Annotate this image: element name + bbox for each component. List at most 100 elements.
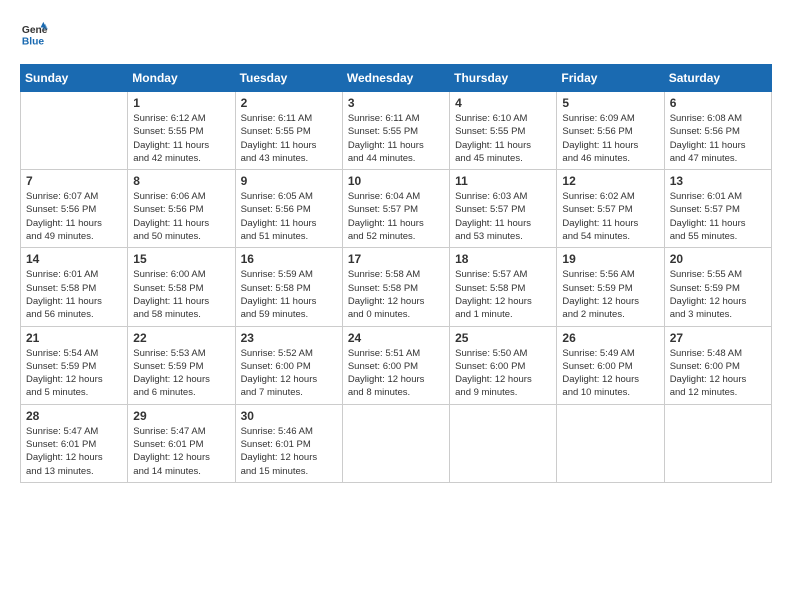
calendar-cell: 11 Sunrise: 6:03 AM Sunset: 5:57 PM Dayli… bbox=[450, 170, 557, 248]
weekday-header-friday: Friday bbox=[557, 65, 664, 92]
day-info: Sunrise: 5:51 AM Sunset: 6:00 PM Dayligh… bbox=[348, 347, 444, 400]
logo: General Blue bbox=[20, 20, 52, 48]
calendar-week-row: 14Sunrise: 6:01 AM Sunset: 5:58 PM Dayli… bbox=[21, 248, 772, 326]
day-info: Sunrise: 5:47 AM Sunset: 6:01 PM Dayligh… bbox=[133, 425, 229, 478]
day-number: 14 bbox=[26, 252, 122, 266]
calendar-cell bbox=[21, 92, 128, 170]
calendar-cell: 23 Sunrise: 5:52 AM Sunset: 6:00 PM Dayli… bbox=[235, 326, 342, 404]
calendar-cell: 3 Sunrise: 6:11 AM Sunset: 5:55 PM Daylig… bbox=[342, 92, 449, 170]
day-info: Sunrise: 5:46 AM Sunset: 6:01 PM Dayligh… bbox=[241, 425, 337, 478]
calendar-cell bbox=[557, 404, 664, 482]
day-info: Sunrise: 6:04 AM Sunset: 5:57 PM Dayligh… bbox=[348, 190, 444, 243]
day-info: Sunrise: 5:57 AM Sunset: 5:58 PM Dayligh… bbox=[455, 268, 551, 321]
day-info: Sunrise: 6:08 AM Sunset: 5:56 PM Dayligh… bbox=[670, 112, 766, 165]
day-info: Sunrise: 6:07 AM Sunset: 5:56 PM Dayligh… bbox=[26, 190, 122, 243]
day-info: Sunrise: 5:59 AM Sunset: 5:58 PM Dayligh… bbox=[241, 268, 337, 321]
day-number: 23 bbox=[241, 331, 337, 345]
calendar-cell: 28 Sunrise: 5:47 AM Sunset: 6:01 PM Dayli… bbox=[21, 404, 128, 482]
calendar-cell: 24 Sunrise: 5:51 AM Sunset: 6:00 PM Dayli… bbox=[342, 326, 449, 404]
day-info: Sunrise: 6:05 AM Sunset: 5:56 PM Dayligh… bbox=[241, 190, 337, 243]
day-number: 13 bbox=[670, 174, 766, 188]
day-info: Sunrise: 5:50 AM Sunset: 6:00 PM Dayligh… bbox=[455, 347, 551, 400]
calendar-cell: 7 Sunrise: 6:07 AM Sunset: 5:56 PM Daylig… bbox=[21, 170, 128, 248]
day-number: 5 bbox=[562, 96, 658, 110]
day-number: 24 bbox=[348, 331, 444, 345]
logo-icon: General Blue bbox=[20, 20, 48, 48]
calendar-week-row: 1 Sunrise: 6:12 AM Sunset: 5:55 PM Daylig… bbox=[21, 92, 772, 170]
calendar-cell: 10Sunrise: 6:04 AM Sunset: 5:57 PM Dayli… bbox=[342, 170, 449, 248]
day-number: 3 bbox=[348, 96, 444, 110]
day-info: Sunrise: 6:03 AM Sunset: 5:57 PM Dayligh… bbox=[455, 190, 551, 243]
calendar-cell: 9 Sunrise: 6:05 AM Sunset: 5:56 PM Daylig… bbox=[235, 170, 342, 248]
day-info: Sunrise: 6:11 AM Sunset: 5:55 PM Dayligh… bbox=[348, 112, 444, 165]
calendar-cell: 26 Sunrise: 5:49 AM Sunset: 6:00 PM Dayli… bbox=[557, 326, 664, 404]
day-info: Sunrise: 6:01 AM Sunset: 5:57 PM Dayligh… bbox=[670, 190, 766, 243]
day-number: 22 bbox=[133, 331, 229, 345]
weekday-header-thursday: Thursday bbox=[450, 65, 557, 92]
day-info: Sunrise: 6:06 AM Sunset: 5:56 PM Dayligh… bbox=[133, 190, 229, 243]
day-number: 19 bbox=[562, 252, 658, 266]
calendar-cell: 29Sunrise: 5:47 AM Sunset: 6:01 PM Dayli… bbox=[128, 404, 235, 482]
day-number: 7 bbox=[26, 174, 122, 188]
calendar-cell bbox=[342, 404, 449, 482]
day-number: 1 bbox=[133, 96, 229, 110]
calendar-cell: 18 Sunrise: 5:57 AM Sunset: 5:58 PM Dayli… bbox=[450, 248, 557, 326]
day-info: Sunrise: 5:58 AM Sunset: 5:58 PM Dayligh… bbox=[348, 268, 444, 321]
day-number: 18 bbox=[455, 252, 551, 266]
calendar-cell: 25 Sunrise: 5:50 AM Sunset: 6:00 PM Dayli… bbox=[450, 326, 557, 404]
day-number: 26 bbox=[562, 331, 658, 345]
day-info: Sunrise: 5:49 AM Sunset: 6:00 PM Dayligh… bbox=[562, 347, 658, 400]
weekday-header-sunday: Sunday bbox=[21, 65, 128, 92]
calendar-cell: 20 Sunrise: 5:55 AM Sunset: 5:59 PM Dayli… bbox=[664, 248, 771, 326]
day-number: 9 bbox=[241, 174, 337, 188]
calendar-cell: 15Sunrise: 6:00 AM Sunset: 5:58 PM Dayli… bbox=[128, 248, 235, 326]
calendar-cell: 8 Sunrise: 6:06 AM Sunset: 5:56 PM Daylig… bbox=[128, 170, 235, 248]
calendar-cell bbox=[664, 404, 771, 482]
calendar-cell: 22Sunrise: 5:53 AM Sunset: 5:59 PM Dayli… bbox=[128, 326, 235, 404]
day-info: Sunrise: 5:52 AM Sunset: 6:00 PM Dayligh… bbox=[241, 347, 337, 400]
day-number: 11 bbox=[455, 174, 551, 188]
day-number: 8 bbox=[133, 174, 229, 188]
day-number: 28 bbox=[26, 409, 122, 423]
calendar-cell: 17 Sunrise: 5:58 AM Sunset: 5:58 PM Dayli… bbox=[342, 248, 449, 326]
weekday-header-saturday: Saturday bbox=[664, 65, 771, 92]
day-number: 20 bbox=[670, 252, 766, 266]
day-number: 16 bbox=[241, 252, 337, 266]
calendar-cell: 4 Sunrise: 6:10 AM Sunset: 5:55 PM Daylig… bbox=[450, 92, 557, 170]
calendar-week-row: 28 Sunrise: 5:47 AM Sunset: 6:01 PM Dayli… bbox=[21, 404, 772, 482]
calendar-cell: 2 Sunrise: 6:11 AM Sunset: 5:55 PM Daylig… bbox=[235, 92, 342, 170]
calendar-cell: 21Sunrise: 5:54 AM Sunset: 5:59 PM Dayli… bbox=[21, 326, 128, 404]
day-number: 4 bbox=[455, 96, 551, 110]
calendar-cell: 6 Sunrise: 6:08 AM Sunset: 5:56 PM Daylig… bbox=[664, 92, 771, 170]
day-info: Sunrise: 6:09 AM Sunset: 5:56 PM Dayligh… bbox=[562, 112, 658, 165]
day-number: 27 bbox=[670, 331, 766, 345]
calendar-cell: 1 Sunrise: 6:12 AM Sunset: 5:55 PM Daylig… bbox=[128, 92, 235, 170]
day-info: Sunrise: 6:11 AM Sunset: 5:55 PM Dayligh… bbox=[241, 112, 337, 165]
calendar-cell: 13 Sunrise: 6:01 AM Sunset: 5:57 PM Dayli… bbox=[664, 170, 771, 248]
calendar-cell: 16 Sunrise: 5:59 AM Sunset: 5:58 PM Dayli… bbox=[235, 248, 342, 326]
day-info: Sunrise: 5:56 AM Sunset: 5:59 PM Dayligh… bbox=[562, 268, 658, 321]
calendar-cell: 30Sunrise: 5:46 AM Sunset: 6:01 PM Dayli… bbox=[235, 404, 342, 482]
page-header: General Blue bbox=[20, 20, 772, 48]
calendar-cell: 14Sunrise: 6:01 AM Sunset: 5:58 PM Dayli… bbox=[21, 248, 128, 326]
calendar-cell: 19 Sunrise: 5:56 AM Sunset: 5:59 PM Dayli… bbox=[557, 248, 664, 326]
day-number: 15 bbox=[133, 252, 229, 266]
day-info: Sunrise: 5:47 AM Sunset: 6:01 PM Dayligh… bbox=[26, 425, 122, 478]
day-info: Sunrise: 5:55 AM Sunset: 5:59 PM Dayligh… bbox=[670, 268, 766, 321]
day-info: Sunrise: 5:48 AM Sunset: 6:00 PM Dayligh… bbox=[670, 347, 766, 400]
calendar-cell: 5 Sunrise: 6:09 AM Sunset: 5:56 PM Daylig… bbox=[557, 92, 664, 170]
calendar-table: SundayMondayTuesdayWednesdayThursdayFrid… bbox=[20, 64, 772, 483]
calendar-cell: 12Sunrise: 6:02 AM Sunset: 5:57 PM Dayli… bbox=[557, 170, 664, 248]
day-number: 25 bbox=[455, 331, 551, 345]
calendar-week-row: 7 Sunrise: 6:07 AM Sunset: 5:56 PM Daylig… bbox=[21, 170, 772, 248]
calendar-cell bbox=[450, 404, 557, 482]
day-number: 2 bbox=[241, 96, 337, 110]
day-number: 17 bbox=[348, 252, 444, 266]
day-number: 21 bbox=[26, 331, 122, 345]
weekday-header-tuesday: Tuesday bbox=[235, 65, 342, 92]
day-number: 12 bbox=[562, 174, 658, 188]
day-info: Sunrise: 6:10 AM Sunset: 5:55 PM Dayligh… bbox=[455, 112, 551, 165]
day-info: Sunrise: 6:12 AM Sunset: 5:55 PM Dayligh… bbox=[133, 112, 229, 165]
svg-text:Blue: Blue bbox=[22, 36, 45, 47]
day-number: 6 bbox=[670, 96, 766, 110]
